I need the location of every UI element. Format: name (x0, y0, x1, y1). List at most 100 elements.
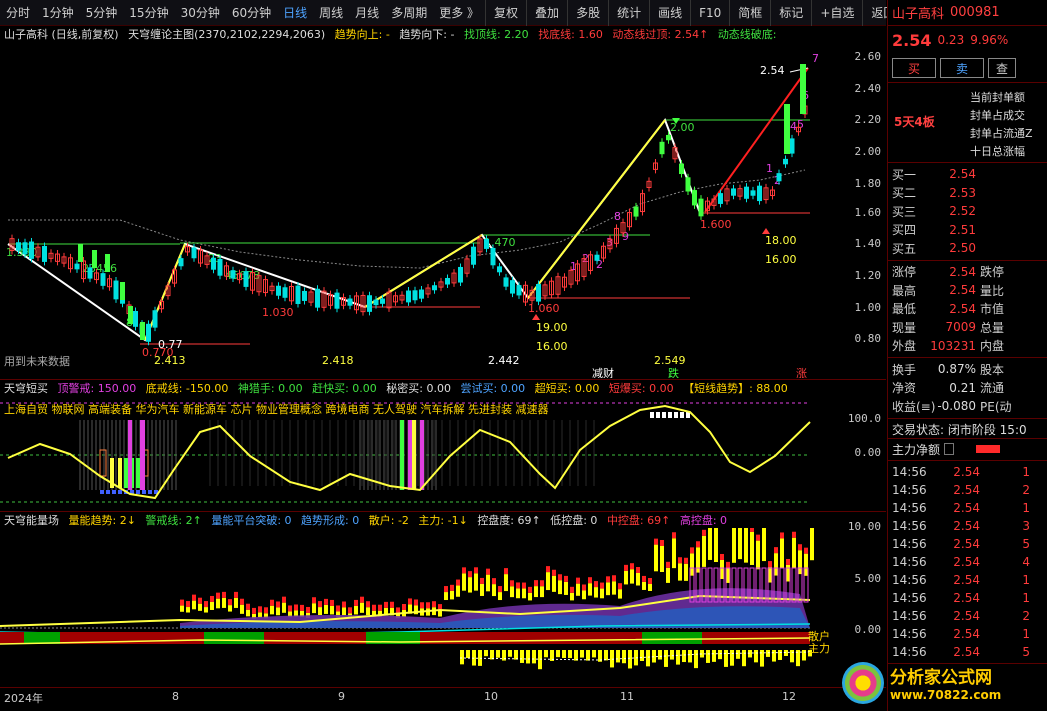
seal-line-1: 封单占成交 (970, 109, 1025, 122)
vol-bar (594, 581, 598, 588)
tool-button-5[interactable]: F10 (690, 0, 729, 26)
vol-bar (192, 594, 196, 601)
logo-title: 分析家公式网 (890, 668, 992, 688)
candle-body (302, 290, 307, 301)
tool-button-7[interactable]: 标记 (770, 0, 811, 26)
vol-bar (768, 561, 772, 568)
period-tab-10[interactable]: 更多 》 (433, 0, 485, 26)
vol-bar (366, 601, 370, 608)
vol-bar (318, 607, 322, 616)
vol-bar (534, 586, 538, 598)
neg-bar (754, 650, 758, 663)
vol-bar (540, 580, 544, 587)
stat-value: 2.54 (949, 301, 976, 316)
vol-bar (798, 544, 802, 551)
period-tab-0[interactable]: 分时 (0, 0, 36, 26)
main-kline-chart[interactable]: 2.542.001.60018.0016.001.4701.06019.0016… (0, 44, 886, 378)
stat-row: 涨停 2.54 跌停 (892, 263, 1043, 282)
period-tab-5[interactable]: 60分钟 (226, 0, 277, 26)
label-1600c: 16.00 (536, 340, 568, 353)
vol-bar (546, 566, 550, 573)
seal-section: 5天4板 当前封单额 封单占成交 封单占流通Z 十日总涨幅 (888, 83, 1047, 163)
flow-block (288, 632, 294, 644)
tool-button-8[interactable]: +自选 (811, 0, 862, 26)
vol-bar (492, 578, 496, 585)
bid-row: 买三 2.52 (892, 202, 1043, 221)
vol-bar (684, 557, 688, 564)
flow-block (672, 632, 678, 644)
stock-code: 000981 (950, 5, 1000, 20)
tool-button-4[interactable]: 画线 (649, 0, 690, 26)
stock-title: 山子高科 (日线,前复权) (4, 28, 119, 41)
trade-volume: 5 (1022, 536, 1030, 551)
vol-bar (690, 553, 694, 576)
seq-number: 4 (790, 120, 797, 133)
indicator-name[interactable]: 天穹缠论主图(2370,2102,2294,2063) (128, 28, 325, 41)
period-tab-1[interactable]: 1分钟 (36, 0, 80, 26)
flow-block (42, 632, 48, 644)
candle-body (178, 258, 184, 267)
chart-toolbar: 分时 1分钟 5分钟 15分钟 30分钟 60分钟 日线 周线 月线 多周期 更多 》 复权 叠加 多股… (0, 0, 895, 26)
vol-bar (270, 605, 274, 615)
volume-energy-chart[interactable] (0, 528, 886, 686)
vol-bar (288, 605, 292, 612)
board-tag: 5天4板 (894, 115, 935, 129)
vol-bar (390, 601, 394, 608)
period-tab-4[interactable]: 30分钟 (175, 0, 226, 26)
stats2-list: 换手 0.87% 股本 净资 0.21 流通 收益(≡) -0.080 PE(动 (888, 358, 1047, 419)
seal-line-0: 当前封单额 (970, 91, 1025, 104)
tool-button-3[interactable]: 统计 (608, 0, 649, 26)
vol-title[interactable]: 天穹能量场 (4, 514, 59, 527)
tool-button-1[interactable]: 叠加 (526, 0, 567, 26)
tool-button-0[interactable]: 复权 (485, 0, 526, 26)
vol-bar (606, 576, 610, 583)
signal-bar (408, 420, 412, 490)
flow-block (138, 632, 144, 644)
flow-block (36, 632, 42, 644)
short-indicator-chart[interactable] (0, 398, 886, 510)
y-tick-0: 100.0 (847, 412, 881, 425)
tool-button-6[interactable]: 简框 (729, 0, 770, 26)
vol-bar (564, 581, 568, 595)
vol-bar (204, 601, 208, 608)
top-alert: 顶警戒: 150.00 (57, 382, 137, 395)
vol-bar (648, 577, 652, 584)
buy-button[interactable]: 买 (892, 58, 936, 78)
divider (0, 379, 886, 380)
flow-block (540, 632, 546, 644)
period-tab-6[interactable]: 日线 (277, 0, 313, 26)
vol-bar (282, 596, 286, 603)
period-tab-2[interactable]: 5分钟 (80, 0, 124, 26)
vol-bar (594, 587, 598, 598)
neg-bar (514, 650, 518, 660)
trade-ticks[interactable]: 14:56 2.54 1 14:56 2.54 2 14:56 2.54 1 14:56 2.54 3… (888, 461, 1047, 664)
neg-bar (604, 650, 608, 661)
vol-bar (636, 572, 640, 586)
vol-bar (480, 577, 484, 584)
trade-row: 14:56 2.54 5 (892, 535, 1043, 553)
vol-bar (558, 580, 562, 595)
vol-bar (450, 584, 454, 591)
vol-bar (534, 580, 538, 587)
period-tab-9[interactable]: 多周期 (385, 0, 433, 26)
period-tab-3[interactable]: 15分钟 (123, 0, 174, 26)
tool-button-2[interactable]: 多股 (567, 0, 608, 26)
bid-label: 买四 (892, 223, 917, 238)
candle-body (29, 241, 34, 259)
trade-row: 14:56 2.54 2 (892, 607, 1043, 625)
dropdown-icon[interactable] (944, 443, 955, 455)
vol-bar (414, 599, 418, 606)
top-block (662, 412, 666, 418)
stat-label: 最低 (892, 302, 917, 317)
vol-bar (420, 602, 424, 609)
sell-button[interactable]: 卖 (940, 58, 984, 78)
flow-block (210, 632, 216, 644)
vol-bar (516, 588, 520, 599)
candle-body (757, 185, 762, 202)
period-tab-7[interactable]: 周线 (313, 0, 349, 26)
query-button[interactable]: 查 (988, 58, 1016, 78)
candle-body (282, 287, 288, 298)
trade-price: 2.54 (953, 482, 980, 497)
period-tab-8[interactable]: 月线 (349, 0, 385, 26)
short-title[interactable]: 天穹短买 (4, 382, 48, 395)
